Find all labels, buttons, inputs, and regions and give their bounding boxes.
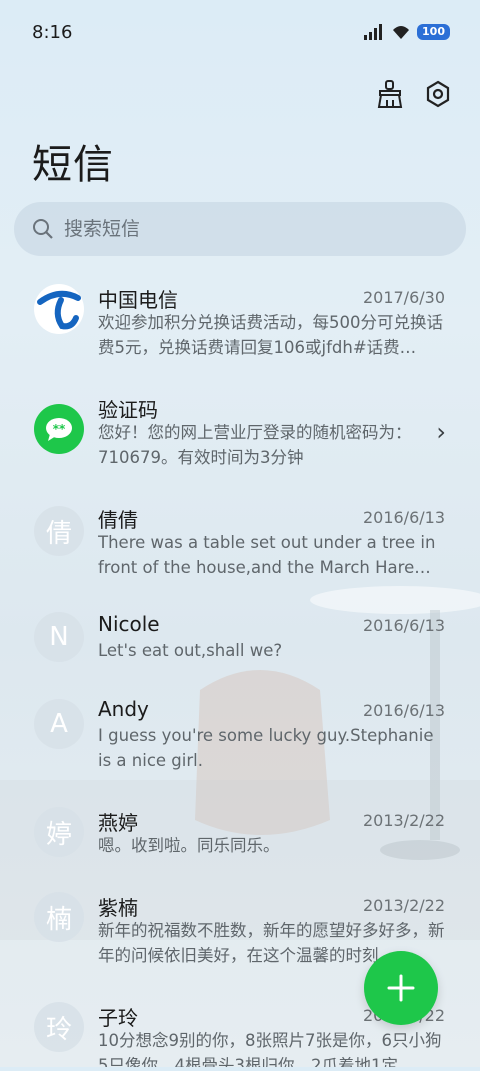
conversation-item[interactable]: ** 验证码 您好！您的网上营业厅登录的随机密码为：710679。有效时间为3分… xyxy=(0,390,480,490)
contact-name: 子玲 xyxy=(98,1006,138,1030)
contact-name: 中国电信 xyxy=(98,288,178,312)
avatar: 楠 xyxy=(34,892,84,942)
status-bar: 8:16 100 xyxy=(0,0,480,66)
gear-icon xyxy=(426,80,450,108)
clean-button[interactable] xyxy=(374,76,406,112)
broom-icon xyxy=(377,80,403,108)
message-date: 2016/6/13 xyxy=(362,616,445,635)
new-message-button[interactable] xyxy=(364,951,438,1025)
contact-name: 倩倩 xyxy=(98,508,138,532)
message-date: 2013/2/22 xyxy=(362,811,445,830)
message-preview: There was a table set out under a tree i… xyxy=(98,533,436,577)
conversation-item[interactable]: N Nicole 2016/6/13 Let's eat out,shall w… xyxy=(0,610,480,680)
battery-indicator: 100 xyxy=(417,24,450,40)
wifi-icon xyxy=(393,26,410,39)
message-preview: I guess you're some lucky guy.Stephanie … xyxy=(98,726,434,770)
message-date: 2016/6/13 xyxy=(362,701,445,720)
avatar: 倩 xyxy=(34,506,84,556)
svg-text:**: ** xyxy=(53,422,66,436)
search-bar[interactable] xyxy=(14,202,466,256)
page-title: 短信 xyxy=(32,142,114,188)
conversation-item[interactable]: 倩 倩倩 2016/6/13 There was a table set out… xyxy=(0,500,480,600)
contact-name: 燕婷 xyxy=(98,811,138,835)
status-time: 8:16 xyxy=(32,22,73,43)
message-preview: 嗯。收到啦。同乐同乐。 xyxy=(98,836,280,855)
message-preview: 您好！您的网上营业厅登录的随机密码为：710679。有效时间为3分钟 xyxy=(98,423,412,467)
message-preview: Let's eat out,shall we? xyxy=(98,641,283,660)
search-input[interactable] xyxy=(62,217,426,241)
conversation-item[interactable]: 中国电信 2017/6/30 欢迎参加积分兑换话费活动，每500分可兑换话费5元… xyxy=(0,280,480,380)
message-date: 2013/2/22 xyxy=(362,896,445,915)
message-date: 2017/6/30 xyxy=(362,288,445,307)
avatar: N xyxy=(34,612,84,662)
message-date: 2016/6/13 xyxy=(362,508,445,527)
chevron-right-icon: › xyxy=(436,418,446,446)
contact-name: Andy xyxy=(98,697,149,721)
signal-icon xyxy=(364,24,383,40)
plus-icon xyxy=(387,974,415,1002)
contact-name: 紫楠 xyxy=(98,896,138,920)
message-preview: 欢迎参加积分兑换话费活动，每500分可兑换话费5元，兑换话费请回复106或jfd… xyxy=(98,313,443,357)
search-icon xyxy=(33,219,53,239)
settings-button[interactable] xyxy=(422,76,454,112)
sms-bubble-icon: ** xyxy=(34,404,84,454)
contact-name: Nicole xyxy=(98,612,160,636)
telecom-logo-icon xyxy=(34,284,84,334)
avatar: A xyxy=(34,699,84,749)
conversation-item[interactable]: 婷 燕婷 2013/2/22 嗯。收到啦。同乐同乐。 xyxy=(0,805,480,875)
message-preview: 10分想念9别的你，8张照片7张是你，6只小狗5只像你，4根骨头3根归你，2爪着… xyxy=(98,1031,442,1067)
contact-name: 验证码 xyxy=(98,398,158,422)
conversation-item[interactable]: A Andy 2016/6/13 I guess you're some luc… xyxy=(0,695,480,795)
avatar: 玲 xyxy=(34,1002,84,1052)
avatar: 婷 xyxy=(34,807,84,857)
